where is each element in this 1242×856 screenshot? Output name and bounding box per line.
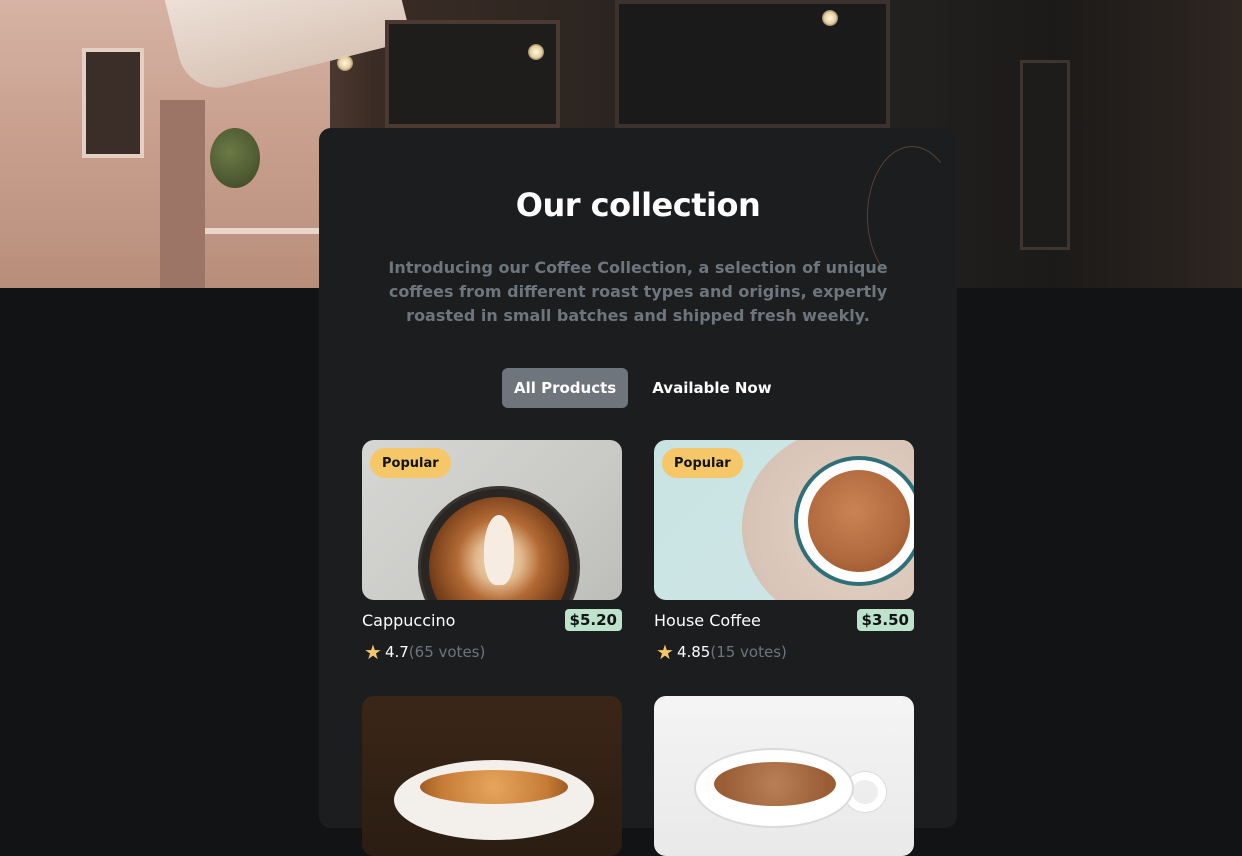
vote-count: (65 votes) [408, 643, 486, 661]
coffee-surface [714, 762, 836, 806]
hero-lamp [528, 44, 544, 60]
product-price: $3.50 [856, 609, 914, 631]
cup-shape [794, 456, 914, 586]
product-image-house-coffee: Popular [654, 440, 914, 600]
latte-art [484, 515, 514, 585]
cup-shape [694, 748, 854, 828]
product-name: Cappuccino [362, 610, 456, 630]
hero-shelf [205, 228, 320, 234]
product-header: House Coffee $3.50 [654, 608, 914, 632]
collection-panel: Our collection Introducing our Coffee Co… [319, 128, 957, 856]
rating-value: 4.7 [384, 643, 409, 661]
star-icon: ★ [656, 640, 674, 664]
hero-window [82, 48, 144, 158]
cup-shape [394, 760, 594, 840]
hero-lamp [822, 10, 838, 26]
star-icon: ★ [364, 640, 382, 664]
product-image-latte [654, 696, 914, 856]
product-card-house-coffee[interactable]: Popular House Coffee $3.50 ★ 4.85 (15 vo… [654, 440, 914, 662]
product-card-cappuccino[interactable]: Popular Cappuccino $5.20 ★ 4.7 (65 votes… [362, 440, 622, 662]
product-rating: ★ 4.85 (15 votes) [656, 640, 787, 664]
product-price: $5.20 [564, 609, 622, 631]
popular-badge: Popular [662, 448, 743, 478]
hero-doorway [160, 100, 205, 288]
page-subtitle: Introducing our Coffee Collection, a sel… [388, 258, 888, 325]
hero-plant [210, 128, 260, 188]
product-card-latte[interactable] [654, 696, 914, 856]
filter-tabs: All Products Available Now [502, 368, 784, 408]
hero-chalkboard [385, 20, 560, 128]
popular-badge: Popular [370, 448, 451, 478]
tab-all-products[interactable]: All Products [502, 368, 629, 408]
page-title: Our collection [515, 186, 761, 224]
coffee-surface [808, 470, 910, 572]
product-image-espresso [362, 696, 622, 856]
tab-available-now[interactable]: Available Now [640, 368, 783, 408]
product-image-cappuccino: Popular [362, 440, 622, 600]
product-rating: ★ 4.7 (65 votes) [364, 640, 485, 664]
product-header: Cappuccino $5.20 [362, 608, 622, 632]
rating-value: 4.85 [676, 643, 711, 661]
coffee-surface [420, 770, 568, 804]
cup-shape [418, 486, 580, 600]
hero-chalkboard [1020, 60, 1070, 250]
coffee-surface [429, 497, 569, 600]
product-card-espresso[interactable] [362, 696, 622, 856]
product-name: House Coffee [654, 610, 761, 630]
hero-chalkboard [615, 0, 890, 128]
vote-count: (15 votes) [710, 643, 787, 661]
hero-lamp [337, 55, 353, 71]
